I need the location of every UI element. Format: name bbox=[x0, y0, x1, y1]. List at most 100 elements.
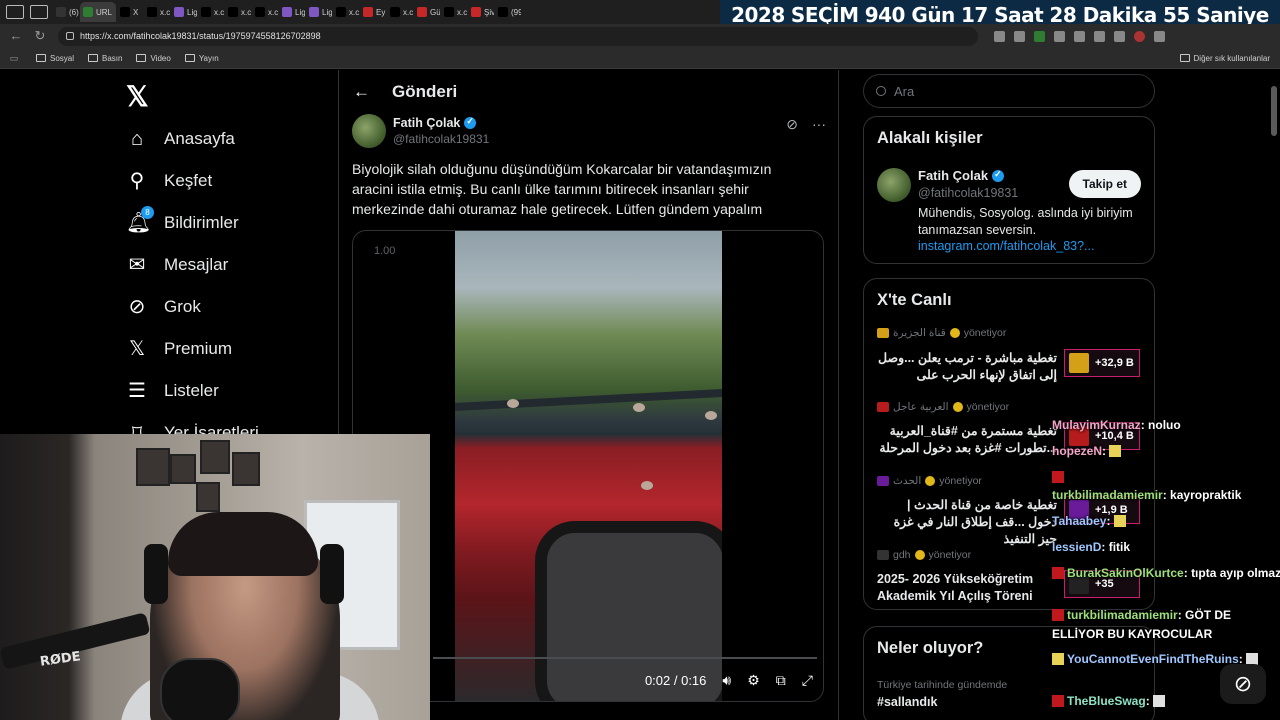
tab-label: Ligh bbox=[322, 7, 332, 17]
page-title: Gönderi bbox=[392, 82, 458, 101]
vertical-tabs-icon[interactable] bbox=[30, 5, 48, 19]
video-frame[interactable] bbox=[455, 231, 722, 701]
live-listener-count[interactable]: +32,9 B bbox=[1064, 349, 1140, 377]
browser-tab[interactable]: x.co bbox=[225, 2, 251, 22]
browser-tab[interactable]: x.co bbox=[252, 2, 278, 22]
extension-icon[interactable] bbox=[994, 30, 1005, 42]
back-arrow-icon[interactable]: ← bbox=[353, 82, 370, 102]
related-name[interactable]: Fatih Çolak bbox=[918, 168, 1005, 183]
bookmark-folder-sosyal[interactable]: Sosyal bbox=[36, 54, 74, 63]
sidebar-item-home[interactable]: ⌂ Anasayfa bbox=[126, 124, 235, 154]
site-info-icon[interactable] bbox=[66, 32, 74, 40]
more-options-icon[interactable]: ··· bbox=[812, 116, 826, 133]
verified-badge-icon bbox=[464, 116, 477, 129]
bell-icon: 🔔︎ 8 bbox=[126, 206, 154, 234]
browser-tab[interactable]: x.co bbox=[441, 2, 467, 22]
wall-photo bbox=[200, 440, 230, 474]
browser-tab[interactable]: Gün bbox=[414, 2, 440, 22]
post-actions: ⊘ ··· bbox=[786, 116, 826, 133]
video-progress-bar[interactable] bbox=[433, 657, 817, 659]
live-item[interactable]: تغطية مباشرة - ترمب يعلن ...وصل إلى اتفا… bbox=[877, 350, 1057, 384]
host-avatar-icon bbox=[877, 550, 889, 560]
stream-tool-icon[interactable]: ⊘ bbox=[1220, 664, 1266, 704]
favorites-star-icon[interactable] bbox=[1114, 30, 1125, 42]
live-item[interactable]: تغطية مستمرة من #قناة_العربية ...تطورات … bbox=[877, 423, 1057, 457]
browser-tab[interactable]: (6) A bbox=[53, 2, 79, 22]
refresh-icon[interactable]: ↻ bbox=[32, 28, 48, 44]
bookmark-folder-video[interactable]: Video bbox=[136, 54, 171, 63]
search-input[interactable]: Ara bbox=[863, 74, 1155, 108]
chat-message: TheBlueSwag: bbox=[1052, 694, 1168, 708]
live-item[interactable]: تغطية خاصة من قناة الحدث | دخول ...قف إط… bbox=[877, 497, 1057, 548]
browser-tab[interactable]: Ligh bbox=[306, 2, 332, 22]
sidebar-item-grok[interactable]: ⊘ Grok bbox=[126, 292, 201, 322]
avatar[interactable] bbox=[877, 168, 911, 202]
tab-favicon-icon bbox=[444, 7, 454, 17]
countdown-year: 2028 bbox=[731, 2, 785, 27]
search-icon: ⚲ bbox=[129, 170, 145, 192]
host-avatar-icon bbox=[877, 328, 889, 338]
fullscreen-icon[interactable]: ⤢ bbox=[802, 672, 813, 689]
browser-tab[interactable]: x.co bbox=[198, 2, 224, 22]
live-host: قناة الجزيرة yönetiyor bbox=[877, 327, 1006, 339]
bookmarks-menu-icon[interactable]: ▭ bbox=[6, 50, 22, 66]
avatar[interactable] bbox=[352, 114, 386, 148]
menu-dots-icon[interactable] bbox=[1154, 30, 1165, 42]
settings-gear-icon[interactable]: ⚙ bbox=[747, 672, 760, 689]
headphone-cup bbox=[320, 544, 344, 604]
bookmark-folder-basin[interactable]: Basın bbox=[88, 54, 122, 63]
tab-favicon-icon bbox=[83, 7, 93, 17]
sidebar-item-explore[interactable]: ⚲ Keşfet bbox=[126, 166, 213, 196]
trend-hashtag[interactable]: #sallandık bbox=[877, 695, 937, 709]
related-handle[interactable]: @fatihcolak19831 bbox=[918, 186, 1018, 200]
tab-actions-icon[interactable] bbox=[6, 5, 24, 19]
browser-tab[interactable]: URL bbox=[80, 2, 116, 22]
bookmark-folder-yayin[interactable]: Yayın bbox=[184, 54, 219, 63]
tab-label: (99- bbox=[511, 7, 521, 17]
sidebar-item-lists[interactable]: ☰ Listeler bbox=[126, 376, 219, 406]
user-badge-icon bbox=[1052, 471, 1064, 483]
extension-icon[interactable] bbox=[1054, 30, 1065, 42]
back-arrow-icon[interactable]: ← bbox=[8, 28, 24, 44]
author-name[interactable]: Fatih Çolak bbox=[393, 116, 489, 130]
browser-tab[interactable]: Ey T bbox=[360, 2, 386, 22]
browser-tab[interactable]: x.co bbox=[387, 2, 413, 22]
browser-tab[interactable]: x.co bbox=[144, 2, 170, 22]
x-logo-icon[interactable]: 𝕏 bbox=[126, 80, 149, 113]
pip-icon[interactable]: ⧉ bbox=[776, 672, 786, 689]
profile-icon[interactable] bbox=[1134, 30, 1145, 42]
tab-favicon-icon bbox=[309, 7, 319, 17]
extension-icon[interactable] bbox=[1094, 30, 1105, 42]
sidebar-item-notifications[interactable]: 🔔︎ 8 Bildirimler bbox=[126, 206, 239, 238]
browser-tab[interactable]: (99- bbox=[495, 2, 521, 22]
author-handle[interactable]: @fatihcolak19831 bbox=[393, 132, 489, 146]
mail-icon: ✉ bbox=[128, 254, 146, 276]
live-title: X'te Canlı bbox=[877, 291, 952, 309]
sidebar-item-messages[interactable]: ✉ Mesajlar bbox=[126, 250, 229, 280]
browser-tab[interactable]: x.co bbox=[333, 2, 359, 22]
tab-favicon-icon bbox=[471, 7, 481, 17]
sidebar-item-premium[interactable]: 𝕏 Premium bbox=[126, 334, 232, 364]
related-link[interactable]: instagram.com/fatihcolak_83?... bbox=[918, 239, 1094, 253]
post-author[interactable]: Fatih Çolak @fatihcolak19831 bbox=[352, 114, 489, 148]
extension-icon[interactable] bbox=[1074, 30, 1085, 42]
browser-tab[interactable]: Ligh bbox=[279, 2, 305, 22]
tab-favicon-icon bbox=[417, 7, 427, 17]
browser-tab[interactable]: Şiva bbox=[468, 2, 494, 22]
post-text: Biyolojik silah olduğunu düşündüğüm Koka… bbox=[352, 161, 772, 217]
other-bookmarks[interactable]: Diğer sık kullanılanlar bbox=[1179, 54, 1270, 63]
video-time: 0:02 / 0:16 bbox=[644, 673, 707, 688]
chat-message: hopezeN: bbox=[1052, 444, 1124, 458]
live-item[interactable]: 2025- 2026 Yükseköğretim Akademik Yıl Aç… bbox=[877, 571, 1077, 605]
wall-photo bbox=[170, 454, 196, 484]
browser-tab[interactable]: Ligh bbox=[171, 2, 197, 22]
volume-icon[interactable]: 🔊︎ bbox=[722, 672, 731, 689]
extension-icon[interactable] bbox=[1014, 30, 1025, 42]
extension-icon[interactable] bbox=[1034, 30, 1045, 42]
grok-icon[interactable]: ⊘ bbox=[786, 116, 798, 133]
streamer-webcam-overlay: RØDE bbox=[0, 434, 430, 720]
browser-tab[interactable]: X bbox=[117, 2, 143, 22]
page-scrollbar[interactable] bbox=[1271, 86, 1277, 136]
url-field[interactable]: https://x.com/fatihcolak19831/status/197… bbox=[58, 26, 978, 46]
follow-button[interactable]: Takip et bbox=[1068, 170, 1141, 198]
